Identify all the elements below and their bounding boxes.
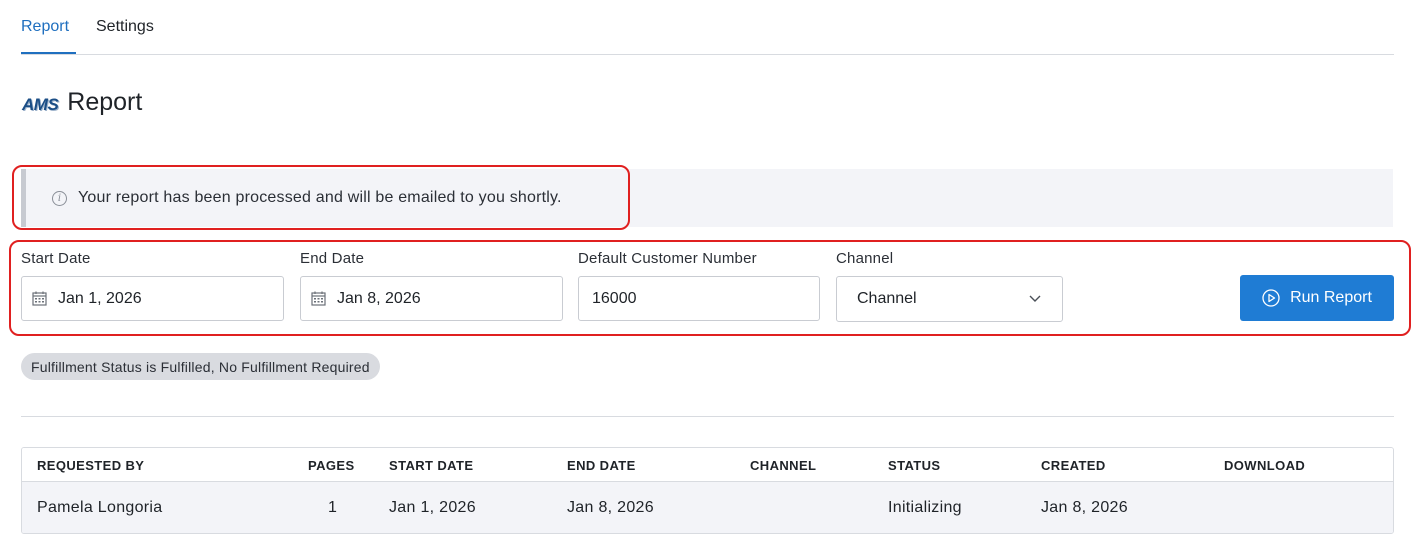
alert-highlight-outline — [12, 165, 630, 230]
form-highlight-outline — [9, 240, 1411, 336]
column-header[interactable]: STATUS — [888, 458, 940, 473]
table-row[interactable]: Pamela Longoria 1 Jan 1, 2026 Jan 8, 202… — [22, 482, 1393, 533]
page-title: Report — [67, 88, 143, 116]
column-header[interactable]: END DATE — [567, 458, 636, 473]
tab-bar: Report Settings — [21, 0, 1394, 55]
reports-table: REQUESTED BY PAGES START DATE END DATE C… — [21, 447, 1394, 534]
filter-chip-label: Fulfillment Status is Fulfilled, No Fulf… — [31, 358, 370, 375]
cell-end-date: Jan 8, 2026 — [567, 499, 654, 516]
column-header[interactable]: CHANNEL — [750, 458, 816, 473]
column-header[interactable]: PAGES — [308, 458, 355, 473]
column-header[interactable]: DOWNLOAD — [1224, 458, 1305, 473]
column-header[interactable]: START DATE — [389, 458, 473, 473]
page-header: AMS Report — [22, 88, 142, 117]
column-header[interactable]: CREATED — [1041, 458, 1106, 473]
section-divider — [21, 416, 1394, 417]
ams-logo: AMS — [22, 94, 59, 114]
table-header: REQUESTED BY PAGES START DATE END DATE C… — [22, 448, 1393, 482]
column-header[interactable]: REQUESTED BY — [37, 458, 144, 473]
tab-settings[interactable]: Settings — [96, 18, 154, 54]
cell-requested-by: Pamela Longoria — [37, 499, 163, 516]
cell-pages: 1 — [328, 499, 338, 516]
filter-chip[interactable]: Fulfillment Status is Fulfilled, No Fulf… — [21, 353, 380, 380]
cell-status: Initializing — [888, 499, 962, 516]
cell-created: Jan 8, 2026 — [1041, 499, 1128, 516]
cell-start-date: Jan 1, 2026 — [389, 499, 476, 516]
tab-report[interactable]: Report — [21, 18, 76, 54]
